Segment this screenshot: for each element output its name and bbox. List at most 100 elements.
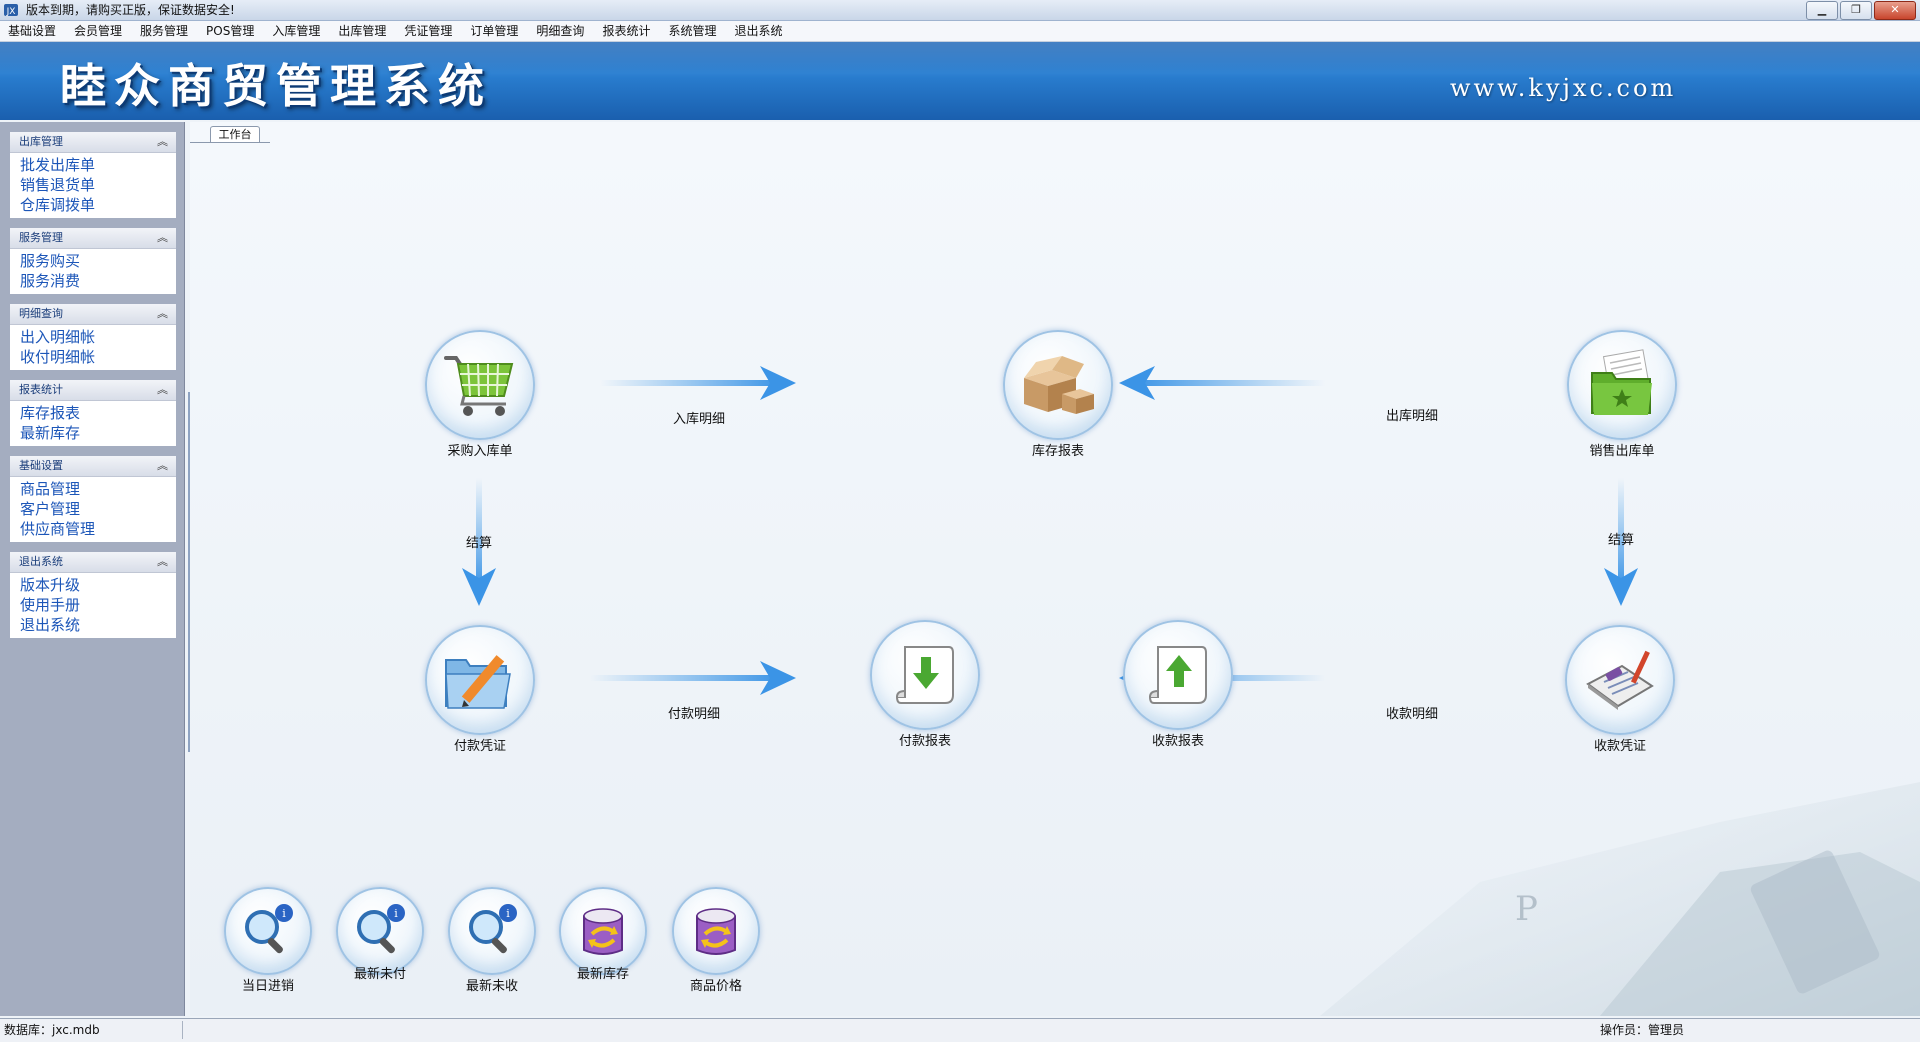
quick-label: 当日进销 (241, 979, 294, 994)
sidebar-item-warehouse-transfer[interactable]: 仓库调拨单 (20, 195, 176, 215)
flow-arrows (462, 366, 1638, 695)
status-database: 数据库：jxc.mdb (4, 1023, 100, 1037)
sidebar-group-title: 退出系统 (19, 555, 63, 568)
quick-circle: i (336, 887, 424, 975)
sidebar-item-exit-system[interactable]: 退出系统 (20, 615, 176, 635)
window-controls: ▁ ❐ ✕ (1806, 1, 1916, 20)
quick-latest-unreceived[interactable]: i 最新未收 (442, 887, 542, 995)
sidebar-item-upgrade[interactable]: 版本升级 (20, 575, 176, 595)
header-banner: 睦众商贸管理系统 www.kyjxc.com (0, 42, 1920, 120)
quick-product-price[interactable]: 商品价格 (666, 887, 766, 995)
sidebar-item-customer-management[interactable]: 客户管理 (20, 499, 176, 519)
sidebar: 出库管理 ︽ 批发出库单 销售退货单 仓库调拨单 服务管理 ︽ 服务购买 服务消… (0, 122, 185, 1016)
brand-url: www.kyjxc.com (1450, 74, 1677, 102)
sidebar-item-service-purchase[interactable]: 服务购买 (20, 251, 176, 271)
quick-circle: i (224, 887, 312, 975)
sidebar-group-stock-out: 出库管理 ︽ 批发出库单 销售退货单 仓库调拨单 (10, 132, 176, 218)
sidebar-group-basic-settings: 基础设置 ︽ 商品管理 客户管理 供应商管理 (10, 456, 176, 542)
boxes-icon (1024, 356, 1094, 414)
sidebar-item-product-management[interactable]: 商品管理 (20, 479, 176, 499)
menu-member[interactable]: 会员管理 (65, 21, 131, 41)
scroll-download-icon (895, 646, 954, 704)
minimize-button[interactable]: ▁ (1806, 1, 1838, 20)
quick-latest-unpaid[interactable]: i 最新未付 (330, 887, 430, 983)
sidebar-group-reports: 报表统计 ︽ 库存报表 最新库存 (10, 380, 176, 446)
menu-reports[interactable]: 报表统计 (593, 21, 659, 41)
magnifier-info-icon: i (357, 904, 405, 954)
quick-today-sales[interactable]: i 当日进销 (218, 887, 318, 995)
sidebar-group-header[interactable]: 出库管理 ︽ (10, 132, 176, 153)
node-sales-out[interactable]: 销售出库单 (1562, 330, 1682, 460)
collapse-icon[interactable]: ︽ (157, 456, 168, 476)
quick-label: 商品价格 (689, 979, 742, 994)
sidebar-group-title: 服务管理 (19, 231, 63, 244)
sidebar-group-title: 明细查询 (19, 307, 63, 320)
magnifier-info-icon: i (245, 904, 293, 954)
sidebar-group-title: 报表统计 (19, 383, 63, 396)
node-label: 收款报表 (1151, 734, 1204, 749)
sidebar-group-header[interactable]: 服务管理 ︽ (10, 228, 176, 249)
title-bar: JX 版本到期，请购买正版，保证数据安全! ▁ ❐ ✕ (0, 0, 1920, 21)
sidebar-item-inout-ledger[interactable]: 出入明细帐 (20, 327, 176, 347)
menu-system[interactable]: 系统管理 (659, 21, 725, 41)
sidebar-item-payment-ledger[interactable]: 收付明细帐 (20, 347, 176, 367)
brand-title: 睦众商贸管理系统 (60, 59, 492, 113)
node-circle (425, 625, 535, 735)
restore-button[interactable]: ❐ (1840, 1, 1872, 20)
sidebar-item-wholesale-out[interactable]: 批发出库单 (20, 155, 176, 175)
menu-basic-settings[interactable]: 基础设置 (0, 21, 65, 41)
sidebar-item-sales-return[interactable]: 销售退货单 (20, 175, 176, 195)
menu-exit[interactable]: 退出系统 (725, 21, 791, 41)
menu-detail-query[interactable]: 明细查询 (527, 21, 593, 41)
menu-voucher[interactable]: 凭证管理 (395, 21, 461, 41)
sidebar-item-service-consume[interactable]: 服务消费 (20, 271, 176, 291)
node-pay-voucher[interactable]: 付款凭证 (420, 625, 540, 755)
sidebar-item-stock-report[interactable]: 库存报表 (20, 403, 176, 423)
node-circle (1123, 620, 1233, 730)
sidebar-group-body: 版本升级 使用手册 退出系统 (10, 573, 176, 638)
app-icon: JX (4, 4, 18, 17)
node-purchase-in[interactable]: 采购入库单 (420, 330, 540, 460)
sidebar-group-header[interactable]: 退出系统 ︽ (10, 552, 176, 573)
sidebar-group-header[interactable]: 报表统计 ︽ (10, 380, 176, 401)
sidebar-group-header[interactable]: 明细查询 ︽ (10, 304, 176, 325)
node-pay-report[interactable]: 付款报表 (865, 620, 985, 750)
sidebar-group-body: 商品管理 客户管理 供应商管理 (10, 477, 176, 542)
collapse-icon[interactable]: ︽ (157, 132, 168, 152)
collapse-icon[interactable]: ︽ (157, 304, 168, 324)
quick-latest-stock[interactable]: 最新库存 (553, 887, 653, 983)
menu-stock-out[interactable]: 出库管理 (329, 21, 395, 41)
scroll-upload-icon (1148, 646, 1207, 704)
quick-label: 最新库存 (576, 967, 629, 982)
close-button[interactable]: ✕ (1874, 1, 1916, 20)
quick-circle (559, 887, 647, 975)
collapse-icon[interactable]: ︽ (157, 552, 168, 572)
status-bar: 数据库：jxc.mdb 操作员：管理员 (0, 1018, 1920, 1042)
node-receive-voucher[interactable]: 收款凭证 (1560, 625, 1680, 755)
sidebar-item-supplier-management[interactable]: 供应商管理 (20, 519, 176, 539)
arrow-out-detail (1119, 366, 1325, 400)
node-label: 付款凭证 (453, 739, 506, 754)
quick-label: 最新未收 (465, 979, 518, 994)
node-receive-report[interactable]: 收款报表 (1118, 620, 1238, 750)
svg-text:i: i (506, 907, 510, 920)
collapse-icon[interactable]: ︽ (157, 228, 168, 248)
sidebar-group-body: 库存报表 最新库存 (10, 401, 176, 446)
svg-text:i: i (282, 907, 286, 920)
sidebar-item-manual[interactable]: 使用手册 (20, 595, 176, 615)
sidebar-group-body: 批发出库单 销售退货单 仓库调拨单 (10, 153, 176, 218)
label-settle-left: 结算 (466, 536, 493, 551)
node-label: 销售出库单 (1589, 444, 1655, 459)
sidebar-item-latest-stock[interactable]: 最新库存 (20, 423, 176, 443)
menu-bar: 基础设置 会员管理 服务管理 POS管理 入库管理 出库管理 凭证管理 订单管理… (0, 21, 1920, 42)
menu-pos[interactable]: POS管理 (197, 21, 263, 41)
menu-stock-in[interactable]: 入库管理 (263, 21, 329, 41)
menu-order[interactable]: 订单管理 (461, 21, 527, 41)
sidebar-group-header[interactable]: 基础设置 ︽ (10, 456, 176, 477)
collapse-icon[interactable]: ︽ (157, 380, 168, 400)
sidebar-group-title: 出库管理 (19, 135, 63, 148)
node-stock-report[interactable]: 库存报表 (998, 330, 1118, 460)
refresh-can-icon (696, 908, 736, 955)
menu-service[interactable]: 服务管理 (131, 21, 197, 41)
quick-label: 最新未付 (353, 967, 406, 982)
